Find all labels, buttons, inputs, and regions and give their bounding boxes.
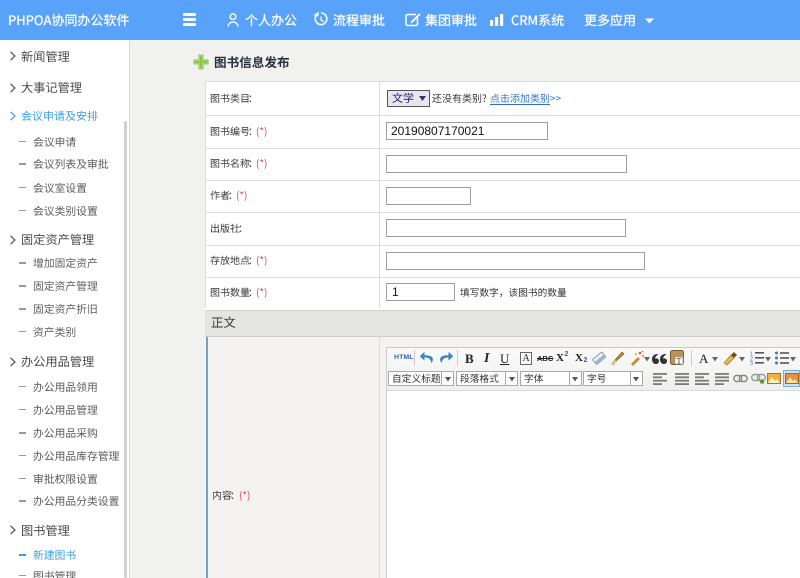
svg-text:T: T — [677, 357, 682, 366]
svg-text:3: 3 — [750, 361, 753, 365]
